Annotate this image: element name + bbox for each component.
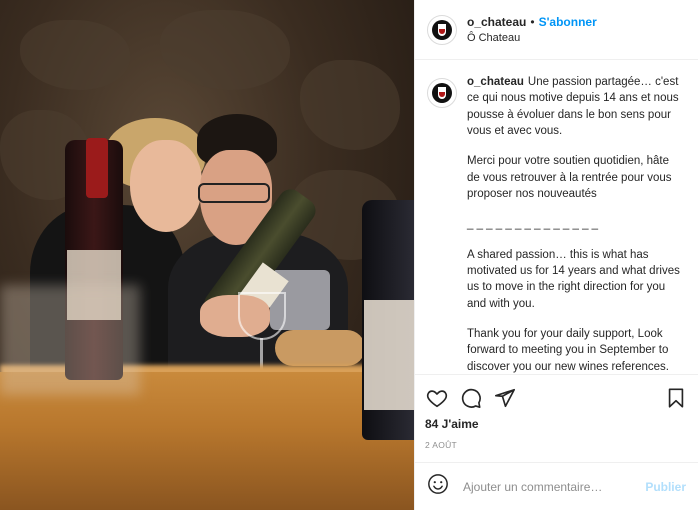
action-icons	[425, 383, 688, 413]
header-text: o_chateau • S'abonner Ô Chateau	[467, 15, 597, 44]
bookmark-icon[interactable]	[664, 386, 688, 410]
blurred-glass	[0, 285, 140, 395]
glasses	[198, 183, 270, 203]
foreground-bottle-label	[364, 300, 414, 410]
post-photo[interactable]	[0, 0, 414, 510]
location-link[interactable]: Ô Chateau	[467, 32, 597, 44]
post-side-panel: o_chateau • S'abonner Ô Chateau o_chatea…	[414, 0, 698, 510]
logo-icon	[432, 19, 452, 40]
caption-p4: Thank you for your daily support, Look f…	[467, 327, 669, 373]
wall-stone	[20, 20, 130, 90]
username-link[interactable]: o_chateau	[467, 15, 526, 29]
woman-face	[130, 140, 202, 232]
wall-stone	[300, 60, 400, 150]
caption-paragraph: o_chateau Une passion partagée… c'est ce …	[467, 74, 683, 139]
wine-glass	[238, 292, 286, 340]
comment-bar: Publier	[415, 462, 698, 510]
share-icon[interactable]	[493, 386, 517, 410]
caption-area[interactable]: o_chateau Une passion partagée… c'est ce …	[415, 60, 698, 374]
comment-icon[interactable]	[459, 386, 483, 410]
heart-icon[interactable]	[425, 386, 449, 410]
publish-button[interactable]: Publier	[645, 480, 686, 494]
instagram-post: o_chateau • S'abonner Ô Chateau o_chatea…	[0, 0, 698, 510]
action-section: 84 J'aime 2 AOÛT	[415, 374, 698, 462]
comment-input[interactable]	[461, 478, 646, 495]
post-header: o_chateau • S'abonner Ô Chateau	[415, 0, 698, 60]
caption-text: o_chateau Une passion partagée… c'est ce …	[467, 74, 683, 374]
avatar[interactable]	[427, 14, 457, 45]
header-row: o_chateau • S'abonner	[467, 15, 597, 29]
caption-avatar[interactable]	[427, 78, 457, 108]
caption-divider: _ _ _ _ _ _ _ _ _ _ _ _ _ _	[467, 218, 599, 231]
caption-username[interactable]: o_chateau	[467, 76, 524, 88]
caption-p2: Merci pour votre soutien quotidien, hâte…	[467, 155, 672, 200]
follow-button[interactable]: S'abonner	[539, 15, 597, 29]
red-bottle-cap	[86, 138, 108, 198]
post-date: 2 AOÛT	[425, 440, 458, 450]
smiley-icon[interactable]	[427, 473, 449, 500]
likes-count[interactable]: 84 J'aime	[425, 417, 688, 431]
separator-dot: •	[530, 15, 535, 29]
logo-icon	[432, 83, 452, 103]
bread	[275, 330, 365, 366]
caption-p3: A shared passion… this is what has motiv…	[467, 248, 680, 310]
wall-stone	[160, 10, 290, 90]
